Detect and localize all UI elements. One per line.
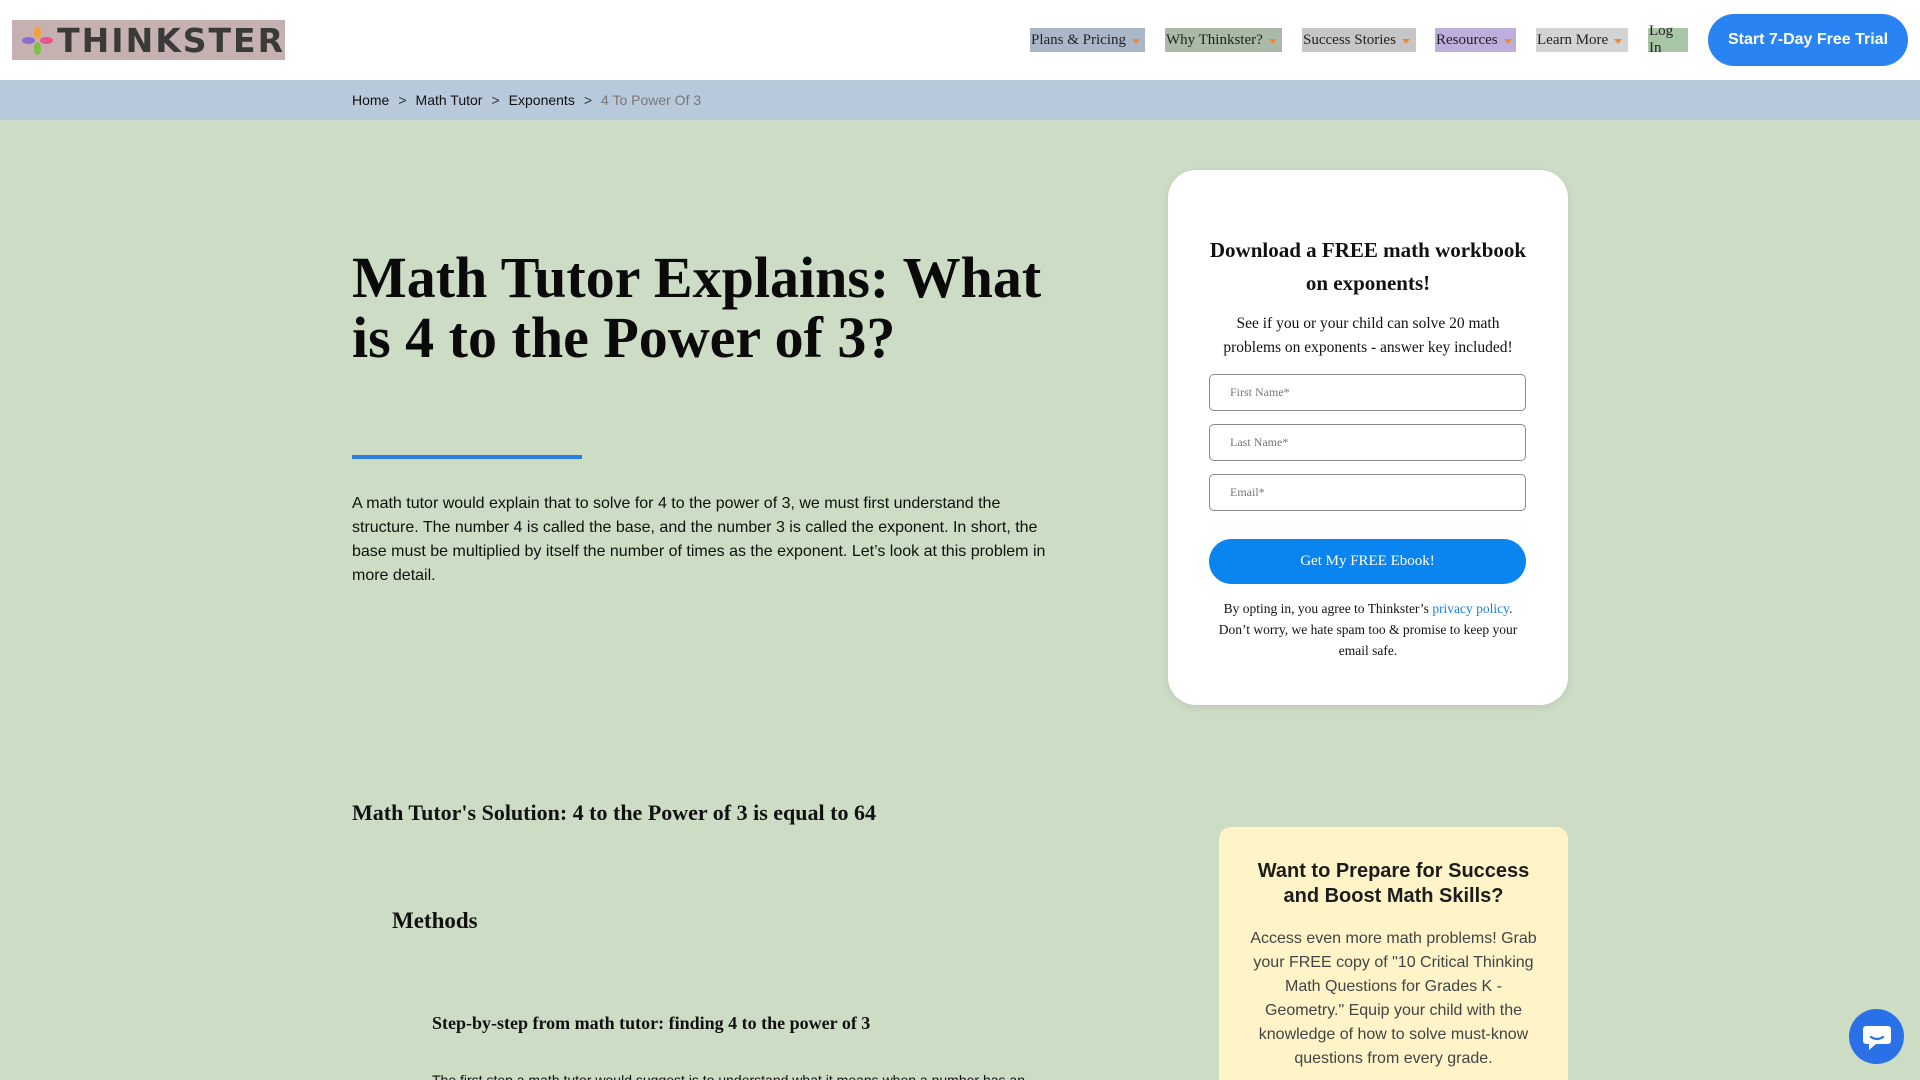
solution-heading: Math Tutor's Solution: 4 to the Power of… <box>352 800 876 825</box>
caret-down-icon <box>1401 38 1410 44</box>
privacy-policy-link[interactable]: privacy policy <box>1432 601 1509 616</box>
page-title: Math Tutor Explains: What is 4 to the Po… <box>352 245 1042 370</box>
breadcrumb-separator: > <box>491 92 500 108</box>
last-name-field[interactable] <box>1209 424 1526 461</box>
get-ebook-button[interactable]: Get My FREE Ebook! <box>1209 539 1526 584</box>
methods-heading: Methods <box>392 908 478 933</box>
signup-legal-text: By opting in, you agree to Thinkster’s p… <box>1208 598 1528 661</box>
breadcrumb-current: 4 To Power Of 3 <box>601 92 702 108</box>
chat-button[interactable] <box>1849 1009 1904 1064</box>
intro-paragraph: A math tutor would explain that to solve… <box>352 495 1046 584</box>
nav-learn-more[interactable]: Learn More <box>1536 28 1628 52</box>
breadcrumb-math-tutor[interactable]: Math Tutor <box>416 92 483 108</box>
nav-label: Resources <box>1436 31 1498 48</box>
signup-title: Download a FREE math workbook on exponen… <box>1209 238 1527 295</box>
email-field[interactable] <box>1209 474 1526 511</box>
nav-label: Log In <box>1649 23 1674 56</box>
nav-resources[interactable]: Resources <box>1435 28 1516 52</box>
legal-prefix: By opting in, you agree to Thinkster’s <box>1223 601 1433 616</box>
nav-label: Plans & Pricing <box>1031 31 1127 48</box>
nav-plans-pricing[interactable]: Plans & Pricing <box>1030 28 1145 52</box>
caret-down-icon <box>1268 38 1277 44</box>
flower-logo-icon <box>14 20 53 60</box>
ebook-signup-card: Download a FREE math workbook on exponen… <box>1168 170 1568 705</box>
nav-label: Why Thinkster? <box>1166 31 1263 48</box>
breadcrumb-bar: Home > Math Tutor > Exponents > 4 To Pow… <box>0 80 1920 120</box>
start-free-trial-button[interactable]: Start 7-Day Free Trial <box>1708 14 1908 66</box>
breadcrumb-home[interactable]: Home <box>352 92 389 108</box>
step-heading: Step-by-step from math tutor: finding 4 … <box>432 1013 871 1033</box>
chat-bubble-icon <box>1862 1025 1891 1050</box>
nav-log-in[interactable]: Log In <box>1648 23 1688 56</box>
title-underline <box>352 455 582 459</box>
first-name-field[interactable] <box>1209 374 1526 411</box>
nav-success-stories[interactable]: Success Stories <box>1302 28 1416 52</box>
promo-text: Access even more math problems! Grab you… <box>1250 930 1537 1067</box>
thinkster-logo[interactable]: THINKSTER <box>12 20 285 60</box>
step-paragraph: The first step a math tutor would sugges… <box>432 1072 1025 1080</box>
breadcrumb: Home > Math Tutor > Exponents > 4 To Pow… <box>352 80 701 120</box>
promo-title: Want to Prepare for Success and Boost Ma… <box>1257 860 1530 907</box>
breadcrumb-separator: > <box>583 92 593 108</box>
nav-label: Learn More <box>1537 31 1609 48</box>
nav-why-thinkster[interactable]: Why Thinkster? <box>1165 28 1282 52</box>
caret-down-icon <box>1614 38 1623 44</box>
signup-subtitle: See if you or your child can solve 20 ma… <box>1223 315 1513 356</box>
logo-text: THINKSTER <box>57 20 285 60</box>
caret-down-icon <box>1503 38 1512 44</box>
site-header: THINKSTER Plans & Pricing Why Thinkster?… <box>0 0 1920 80</box>
caret-down-icon <box>1132 38 1141 44</box>
breadcrumb-exponents[interactable]: Exponents <box>509 92 575 108</box>
promo-card: Want to Prepare for Success and Boost Ma… <box>1219 827 1568 1080</box>
breadcrumb-separator: > <box>398 92 407 108</box>
nav-label: Success Stories <box>1303 31 1396 48</box>
